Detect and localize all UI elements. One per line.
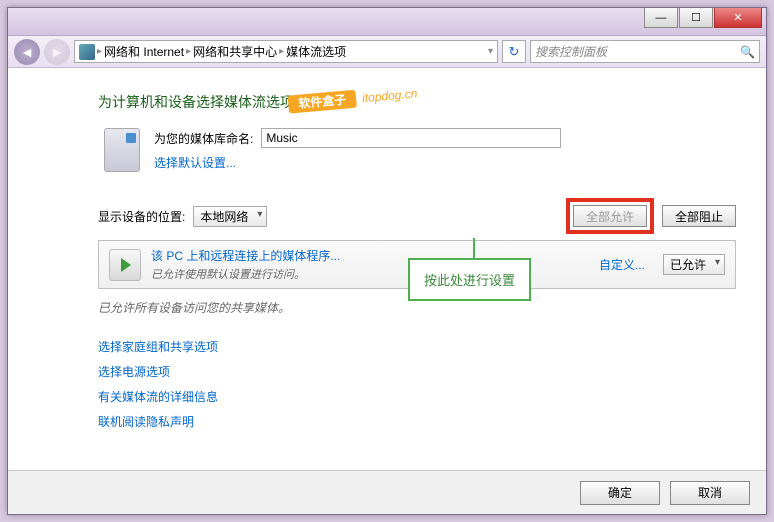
search-placeholder: 搜索控制面板 xyxy=(535,43,607,60)
close-button[interactable]: ✕ xyxy=(714,8,762,28)
power-options-link[interactable]: 选择电源选项 xyxy=(98,363,736,380)
address-bar: ◄ ► ▸ 网络和 Internet ▸ 网络和共享中心 ▸ 媒体流选项 ▾ ↻… xyxy=(8,36,766,68)
library-section: 为您的媒体库命名: 选择默认设置... xyxy=(104,128,736,172)
chevron-right-icon: ▸ xyxy=(279,46,284,57)
breadcrumb-item[interactable]: 媒体流选项 xyxy=(286,43,346,60)
allow-all-button[interactable]: 全部允许 xyxy=(573,205,647,227)
choose-defaults-link[interactable]: 选择默认设置... xyxy=(154,154,561,171)
content-area: 为计算机和设备选择媒体流选项 为您的媒体库命名: 选择默认设置... 显示设备的… xyxy=(8,68,766,470)
status-text: 已允许所有设备访问您的共享媒体。 xyxy=(98,299,736,316)
chevron-right-icon: ▸ xyxy=(186,46,191,57)
privacy-link[interactable]: 联机阅读隐私声明 xyxy=(98,413,736,430)
permission-dropdown[interactable]: 已允许 xyxy=(663,254,725,275)
media-details-link[interactable]: 有关媒体流的详细信息 xyxy=(98,388,736,405)
customize-link[interactable]: 自定义... xyxy=(599,256,645,273)
search-input[interactable]: 搜索控制面板 🔍 xyxy=(530,40,760,63)
control-panel-window: — ☐ ✕ ◄ ► ▸ 网络和 Internet ▸ 网络和共享中心 ▸ 媒体流… xyxy=(7,7,767,515)
dialog-footer: 确定 取消 xyxy=(8,470,766,514)
minimize-button[interactable]: — xyxy=(644,8,678,28)
device-location-label: 显示设备的位置: xyxy=(98,208,185,225)
nav-forward-button: ► xyxy=(44,39,70,65)
nav-back-button[interactable]: ◄ xyxy=(14,39,40,65)
refresh-button[interactable]: ↻ xyxy=(502,40,526,63)
annotation-callout: 按此处进行设置 xyxy=(408,258,531,301)
library-name-input[interactable] xyxy=(261,128,561,148)
breadcrumb-item[interactable]: 网络和共享中心 xyxy=(193,43,277,60)
callout-connector xyxy=(473,238,475,258)
search-icon: 🔍 xyxy=(740,45,755,59)
maximize-button[interactable]: ☐ xyxy=(679,8,713,28)
breadcrumb[interactable]: ▸ 网络和 Internet ▸ 网络和共享中心 ▸ 媒体流选项 ▾ xyxy=(74,40,498,63)
homegroup-link[interactable]: 选择家庭组和共享选项 xyxy=(98,338,736,355)
library-name-label: 为您的媒体库命名: xyxy=(154,130,253,147)
block-all-button[interactable]: 全部阻止 xyxy=(662,205,736,227)
page-title: 为计算机和设备选择媒体流选项 xyxy=(98,92,736,112)
chevron-right-icon: ▸ xyxy=(97,46,102,57)
breadcrumb-item[interactable]: 网络和 Internet xyxy=(104,43,184,60)
title-bar: — ☐ ✕ xyxy=(8,8,766,36)
location-dropdown[interactable]: 本地网络 xyxy=(193,206,267,227)
control-panel-icon xyxy=(79,44,95,60)
device-location-row: 显示设备的位置: 本地网络 全部允许 全部阻止 xyxy=(98,198,736,234)
chevron-down-icon[interactable]: ▾ xyxy=(488,46,493,57)
ok-button[interactable]: 确定 xyxy=(580,481,660,505)
media-program-icon xyxy=(109,249,141,281)
highlight-box: 全部允许 xyxy=(566,198,654,234)
cancel-button[interactable]: 取消 xyxy=(670,481,750,505)
related-links: 选择家庭组和共享选项 选择电源选项 有关媒体流的详细信息 联机阅读隐私声明 xyxy=(98,338,736,430)
library-icon xyxy=(104,128,140,172)
